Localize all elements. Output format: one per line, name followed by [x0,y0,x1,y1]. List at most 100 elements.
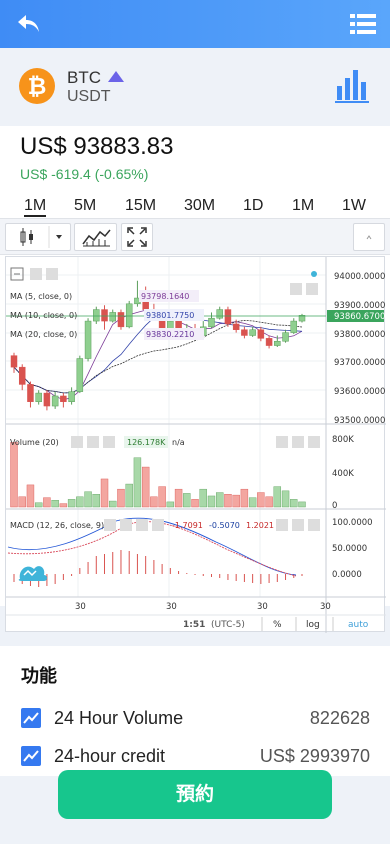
volume-bar [290,499,298,508]
candle-body [257,329,265,339]
candle-body [224,309,232,325]
live-dot-icon [311,271,317,277]
tab-interval-1d[interactable]: 1D [243,197,263,215]
time-tick: 30 [257,602,268,612]
volume-bar [257,492,265,508]
candle-body [265,338,273,346]
timezone-label[interactable]: (UTC-5) [211,620,245,630]
volume-bar [150,496,158,508]
candle-body [43,392,51,407]
tab-interval-5m[interactable]: 5M [74,197,96,215]
price-tick: 93700.0000 [334,358,385,368]
back-arrow-icon[interactable] [14,10,42,38]
fullscreen-icon [127,227,147,247]
volume-bar [92,494,100,508]
candle-body [10,355,18,368]
time-readout: 1:51 [183,620,205,630]
top-bar [0,0,390,48]
volume-na: n/a [172,438,185,447]
tab-interval-15m[interactable]: 15M [125,197,156,215]
bar-chart-icon[interactable] [335,68,369,104]
tab-interval-1mo[interactable]: 1M [292,197,314,215]
volume-bar [10,442,18,508]
chart-canvas[interactable]: MA (5, close, 0) MA (10, close, 0) MA (2… [6,257,386,633]
volume-bar [232,494,240,508]
volume-bar [158,486,166,508]
price-change: US$ -619.4 (-0.65%) [20,166,149,182]
volume-tick: 0 [332,501,337,511]
macd-tick: 0.0000 [332,570,362,580]
ma5-value: 93798.1640 [141,292,189,301]
reserve-button[interactable]: 預約 [58,770,332,819]
percent-toggle[interactable]: % [273,620,282,630]
time-tick: 30 [75,602,86,612]
candle-body [282,332,289,342]
tab-interval-1w[interactable]: 1W [342,197,366,215]
trading-chart[interactable]: MA (5, close, 0) MA (10, close, 0) MA (2… [5,256,386,633]
feature-row: 24-hour credit US$ 2993970 [0,744,390,770]
log-toggle[interactable]: log [306,620,320,630]
auto-toggle[interactable]: auto [348,620,369,630]
feature-value: 822628 [309,708,370,728]
price-tick: 93800.0000 [334,330,385,340]
indicators-icon [82,229,111,247]
candle-type-dropdown[interactable] [5,223,71,251]
ma10-value: 93801.7750 [146,311,194,320]
candlestick-icon [20,226,62,248]
volume-bar [18,496,26,508]
volume-bar [273,486,282,508]
volume-bar [34,502,43,508]
cloud-icon [18,566,47,581]
volume-bar [298,501,306,508]
fullscreen-button[interactable] [121,223,153,251]
features-title: 功能 [21,666,57,686]
time-tick: 30 [166,602,177,612]
volume-bar [199,488,207,508]
feature-value: US$ 2993970 [259,746,370,766]
volume-bar [117,488,125,508]
candle-body [290,320,298,333]
ma5-line [13,309,303,401]
bitcoin-logo-icon: ₿ [19,68,55,104]
tab-interval-1m[interactable]: 1M [24,197,47,217]
feature-row: 24 Hour Volume 822628 [0,706,390,732]
macd-tick: 50.0000 [332,544,367,554]
candle-body [232,323,240,330]
candle-body [101,309,108,322]
coin-symbol: ₿ [27,74,47,100]
candle-body [208,317,215,328]
volume-bar [224,494,232,508]
chevron-up-icon [366,235,372,240]
volume-bar [216,492,224,508]
features-section: 功能 24 Hour Volume 822628 24-hour credit … [0,646,390,776]
candle-body [51,395,59,407]
candle-body [84,320,92,359]
volume-value: 126.178K [127,438,166,447]
volume-bar [51,499,59,508]
ma10-label: MA (10, close, 0) [10,311,77,320]
volume-bar [109,500,117,508]
candle-body [109,312,116,322]
candle-body [241,329,248,336]
list-menu-icon[interactable] [350,12,376,36]
volume-bar [174,488,183,508]
price-tick: 93600.0000 [334,387,385,397]
pair-switch-triangle-icon[interactable] [108,71,124,82]
candle-body [117,312,125,328]
volume-bar [207,495,216,508]
volume-bar [166,501,175,508]
price-tick: 93500.0000 [334,416,385,426]
indicators-button[interactable] [74,223,117,251]
candle-body [76,358,84,392]
volume-bar [100,478,109,508]
volume-bar [265,496,273,508]
volume-bar [281,490,290,508]
tab-interval-30m[interactable]: 30M [184,197,215,215]
volume-bar [183,493,191,508]
candle-body [68,391,75,402]
collapse-toolbar-button[interactable] [353,223,385,251]
time-tick: 30 [320,602,331,612]
candle-body [18,366,26,385]
candle-body [249,329,256,336]
pair-base-symbol: BTC [67,68,101,87]
